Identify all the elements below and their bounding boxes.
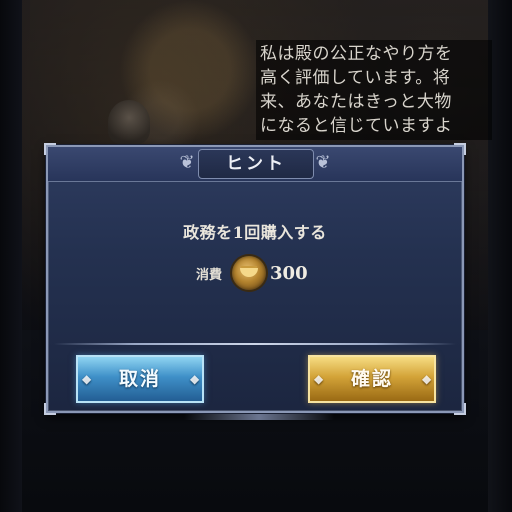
scroll-ornament-icon: ❦: [315, 152, 331, 173]
dialog-divider: [54, 343, 456, 345]
speech-line: になると信じていますよ: [260, 116, 453, 136]
dialog-title: ヒント: [198, 149, 314, 179]
button-ornament-icon: ◆: [314, 372, 324, 386]
button-ornament-icon: ◆: [82, 372, 92, 386]
cost-label: 消費: [196, 267, 223, 283]
speech-line: 私は殿の公正なやり方を: [260, 44, 453, 64]
cancel-button-label: 取消: [118, 368, 161, 390]
button-ornament-icon: ◆: [422, 372, 432, 386]
corner-ornament: [454, 403, 466, 415]
dialog-title-bar: ❦ ヒント ❦: [48, 147, 462, 182]
cancel-button[interactable]: ◆ 取消 ◆: [76, 355, 204, 403]
background-figure: [108, 100, 150, 144]
cost-row: 消費 300: [196, 255, 308, 291]
character-speech: 私は殿の公正なやり方を 高く評価しています。将 来、あなたはきっと大物 になると…: [256, 40, 492, 140]
button-ornament-icon: ◆: [190, 372, 200, 386]
hint-dialog: ❦ ヒント ❦ 政務を1回購入する 消費 300 ◆ 取消 ◆ ◆ 確認 ◆: [44, 143, 466, 415]
cost-value: 300: [270, 262, 308, 284]
gold-ingot-icon: [232, 256, 267, 290]
scroll-ornament-icon: ❦: [179, 152, 195, 173]
left-border: [0, 0, 22, 512]
speech-line: 高く評価しています。将: [260, 68, 451, 88]
confirm-button[interactable]: ◆ 確認 ◆: [308, 355, 436, 403]
game-scene: 私は殿の公正なやり方を 高く評価しています。将 来、あなたはきっと大物 になると…: [0, 0, 512, 512]
confirm-button-label: 確認: [350, 368, 393, 390]
speech-line: 来、あなたはきっと大物: [260, 92, 452, 112]
purchase-message: 政務を1回購入する: [183, 223, 327, 242]
corner-ornament: [44, 403, 56, 415]
dialog-bottom-accent: [184, 414, 334, 420]
